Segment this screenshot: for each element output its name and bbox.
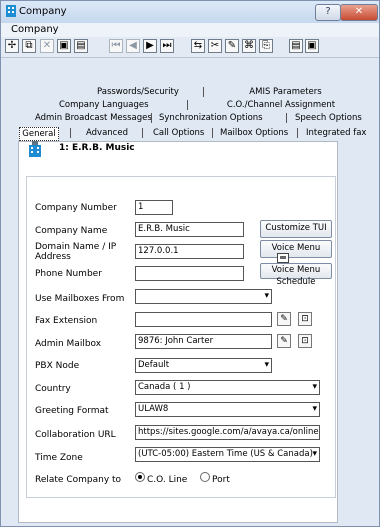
company-window: Company ? ✕ Company ✢ ⧉ ✕ ▣ ▤ ⏮ ◀ ▶ ⏭ ⇆ … xyxy=(0,0,380,527)
phone-number-label: Phone Number xyxy=(35,269,102,279)
company-name-label: Company Name xyxy=(35,226,108,236)
radio-co-line[interactable] xyxy=(135,472,145,482)
tab-separator xyxy=(286,113,287,123)
domain-field[interactable]: 127.0.0.1 xyxy=(135,244,244,259)
tab-call-options[interactable]: Call Options xyxy=(153,127,204,139)
customize-tui-button[interactable]: Customize TUI xyxy=(260,220,332,238)
refresh-icon[interactable]: ▤ xyxy=(74,39,88,53)
company-number-label: Company Number xyxy=(35,203,117,213)
country-select[interactable]: Canada ( 1 ) xyxy=(135,380,320,395)
toolbar: ✢ ⧉ ✕ ▣ ▤ ⏮ ◀ ▶ ⏭ ⇆ ✂ ✎ ⌘ ⎘ ▤ ▣ xyxy=(1,37,379,58)
tab-co-channel-assignment[interactable]: C.O./Channel Assignment xyxy=(226,99,336,111)
menu-bar: Company xyxy=(1,23,379,37)
phone-number-field[interactable] xyxy=(135,266,244,281)
mailbox-picker-icon[interactable]: ⊡ xyxy=(298,334,312,348)
record-header: 1: E.R.B. Music xyxy=(59,143,135,153)
admin-mailbox-label: Admin Mailbox xyxy=(35,339,102,349)
tab-separator xyxy=(151,113,152,123)
company-name-field[interactable]: E.R.B. Music xyxy=(135,222,244,237)
close-button[interactable]: ✕ xyxy=(340,4,378,21)
edit-icon[interactable]: ✎ xyxy=(225,39,239,53)
greeting-format-label: Greeting Format xyxy=(35,406,109,416)
tab-separator xyxy=(142,128,143,138)
company-app-icon xyxy=(6,5,16,17)
export-icon[interactable]: ⎘ xyxy=(259,39,273,53)
tab-company-languages[interactable]: Company Languages xyxy=(59,99,149,111)
title-bar: Company ? ✕ xyxy=(1,1,379,23)
tab-mailbox-options[interactable]: Mailbox Options xyxy=(220,127,288,139)
use-mailboxes-select[interactable] xyxy=(135,289,272,304)
fax-extension-label: Fax Extension xyxy=(35,316,98,326)
link-icon[interactable]: ⌘ xyxy=(242,39,256,53)
radio-port-label: Port xyxy=(212,475,230,485)
admin-mailbox-field[interactable]: 9876: John Carter xyxy=(135,334,272,349)
previous-record-icon[interactable]: ◀ xyxy=(126,39,140,53)
tab-separator xyxy=(187,100,188,110)
add-icon[interactable]: ✢ xyxy=(5,39,19,53)
voice-menu-schedule-icon xyxy=(277,253,289,263)
next-record-icon[interactable]: ▶ xyxy=(143,39,157,53)
relate-company-label: Relate Company to xyxy=(35,475,122,485)
time-zone-label: Time Zone xyxy=(35,453,83,463)
filter-icon[interactable]: ✂ xyxy=(208,39,222,53)
tab-advanced[interactable]: Advanced xyxy=(85,127,129,139)
tab-separator xyxy=(297,128,298,138)
delete-icon[interactable]: ✕ xyxy=(40,39,54,53)
voice-menu-button[interactable]: Voice Menu xyxy=(260,240,332,258)
country-label: Country xyxy=(35,384,71,394)
radio-port[interactable] xyxy=(200,472,210,482)
company-number-field[interactable]: 1 xyxy=(135,200,173,215)
pbx-node-label: PBX Node xyxy=(35,361,80,371)
tabs-area: Passwords/Security AMIS Parameters Compa… xyxy=(1,76,379,141)
copy-icon[interactable]: ⧉ xyxy=(22,39,36,53)
domain-label-address: Address xyxy=(35,252,71,262)
grid-icon[interactable]: ▣ xyxy=(305,39,319,53)
fax-picker-icon[interactable]: ⊡ xyxy=(298,312,312,326)
collaboration-url-label: Collaboration URL xyxy=(35,430,116,440)
tab-admin-broadcast-messages[interactable]: Admin Broadcast Messages xyxy=(35,112,152,124)
tab-separator xyxy=(203,87,204,97)
report-icon[interactable]: ▤ xyxy=(289,39,303,53)
help-button[interactable]: ? xyxy=(315,4,341,21)
time-zone-select[interactable]: (UTC-05:00) Eastern Time (US & Canada) xyxy=(135,447,320,462)
save-icon[interactable]: ▣ xyxy=(57,39,71,53)
menu-company[interactable]: Company xyxy=(11,24,59,35)
edit-fax-icon[interactable]: ✎ xyxy=(277,312,291,326)
tab-synchronization-options[interactable]: Synchronization Options xyxy=(159,112,263,124)
domain-label: Domain Name / IP xyxy=(35,242,117,252)
tab-separator xyxy=(212,128,213,138)
tab-integrated-fax[interactable]: Integrated fax xyxy=(306,127,366,139)
fax-extension-field[interactable] xyxy=(135,312,272,327)
tab-separator xyxy=(70,128,71,138)
voice-menu-schedule-button[interactable]: Voice Menu Schedule xyxy=(260,263,332,287)
company-building-icon xyxy=(29,141,41,157)
first-record-icon[interactable]: ⏮ xyxy=(109,39,123,53)
window-title: Company xyxy=(19,6,67,17)
tab-speech-options[interactable]: Speech Options xyxy=(295,112,362,124)
last-record-icon[interactable]: ⏭ xyxy=(160,39,174,53)
use-mailboxes-label: Use Mailboxes From xyxy=(35,294,125,304)
tab-general[interactable]: General xyxy=(19,127,59,141)
radio-co-line-label: C.O. Line xyxy=(147,475,188,485)
collaboration-url-field[interactable]: https://sites.google.com/a/avaya.ca/onli… xyxy=(135,425,320,440)
edit-mailbox-icon[interactable]: ✎ xyxy=(277,334,291,348)
pbx-node-select[interactable]: Default xyxy=(135,358,272,373)
tab-passwords-security[interactable]: Passwords/Security xyxy=(97,86,179,98)
greeting-format-select[interactable]: ULAW8 xyxy=(135,402,320,417)
swap-icon[interactable]: ⇆ xyxy=(191,39,205,53)
tab-amis-parameters[interactable]: AMIS Parameters xyxy=(248,86,323,98)
